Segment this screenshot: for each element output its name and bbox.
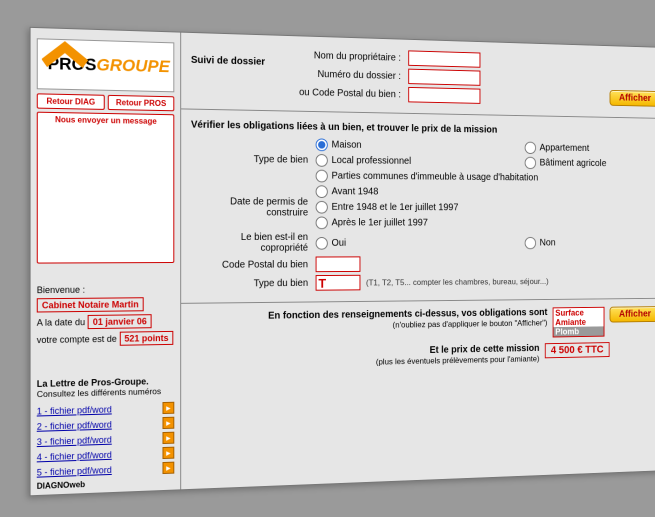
arrow-right-icon[interactable] (162, 431, 174, 443)
permit-label: Date de permis de construire (190, 195, 315, 217)
opt-copro-non[interactable]: Non (524, 236, 628, 248)
opt-local[interactable]: Local professionnel (315, 153, 426, 167)
type-bien-input[interactable] (315, 274, 360, 290)
logo: PROSGROUPE (36, 38, 174, 92)
section-suivi: Suivi de dossier Nom du propriétaire : N… (181, 32, 655, 119)
list-item: 2 - fichier pdf/word (36, 416, 174, 432)
list-item: 3 - fichier pdf/word (36, 431, 174, 447)
send-message-button[interactable]: Nous envoyer un message (36, 111, 174, 263)
arrow-right-icon[interactable] (162, 461, 174, 473)
opt-entre-1948-1997[interactable]: Entre 1948 et le 1er juillet 1997 (315, 200, 458, 213)
opt-avant-1948[interactable]: Avant 1948 (315, 185, 458, 199)
opt-apres-1997[interactable]: Après le 1er juillet 1997 (315, 216, 458, 229)
welcome-value: Cabinet Notaire Martin (36, 297, 143, 312)
obligations-title: Vérifier les obligations liées à un bien… (190, 119, 655, 138)
opt-appartement[interactable]: Appartement (524, 141, 628, 155)
opt-copro-oui[interactable]: Oui (315, 236, 426, 249)
oblig-item-surface: Surface (553, 307, 603, 317)
app-window: PROSGROUPE Retour DIAG Retour PROS Nous … (29, 26, 655, 496)
sidebar: PROSGROUPE Retour DIAG Retour PROS Nous … (30, 27, 181, 494)
retour-pros-button[interactable]: Retour PROS (107, 94, 174, 110)
afficher-resultat-button[interactable]: Afficher (609, 306, 655, 322)
download-link[interactable]: 1 - fichier pdf/word (36, 404, 111, 416)
opt-agricole[interactable]: Bâtiment agricole (524, 156, 628, 169)
download-list: 1 - fichier pdf/word 2 - fichier pdf/wor… (36, 401, 174, 478)
welcome-label: Bienvenue : (36, 283, 174, 294)
afficher-suivi-button[interactable]: Afficher (609, 89, 655, 106)
section-resultat: En fonction des renseignements ci-dessus… (181, 298, 655, 380)
tb-label: Type du bien (190, 277, 315, 289)
arrow-right-icon[interactable] (162, 416, 174, 428)
retour-diag-button[interactable]: Retour DIAG (36, 93, 104, 110)
download-link[interactable]: 4 - fichier pdf/word (36, 449, 111, 462)
list-item: 1 - fichier pdf/word (36, 401, 174, 417)
download-link[interactable]: 5 - fichier pdf/word (36, 464, 111, 477)
oblig-item-amiante: Amiante (553, 317, 603, 327)
file-label: Numéro du dossier : (296, 68, 408, 82)
obligations-listbox[interactable]: Surface Amiante Plomb (552, 306, 604, 337)
points-value: 521 points (119, 330, 173, 345)
list-item: 5 - fichier pdf/word (36, 461, 174, 478)
cp2-input[interactable] (315, 256, 360, 272)
arrow-right-icon[interactable] (162, 401, 174, 413)
download-link[interactable]: 2 - fichier pdf/word (36, 419, 111, 431)
price-value: 4 500 € TTC (544, 342, 609, 358)
cp2-label: Code Postal du bien (190, 258, 315, 269)
file-input[interactable] (408, 68, 480, 85)
type-label: Type de bien (190, 153, 315, 165)
list-item: 4 - fichier pdf/word (36, 446, 174, 463)
main-content: Suivi de dossier Nom du propriétaire : N… (181, 32, 655, 489)
date-label: A la date du (36, 316, 84, 327)
opt-parties-communes[interactable]: Parties communes d'immeuble à usage d'ha… (315, 169, 538, 184)
cp1-input[interactable] (408, 86, 480, 103)
opt-maison[interactable]: Maison (315, 138, 426, 152)
oblig-item-plomb: Plomb (553, 326, 603, 336)
section-obligations: Vérifier les obligations liées à un bien… (181, 109, 655, 303)
owner-input[interactable] (408, 50, 480, 67)
download-link[interactable]: 3 - fichier pdf/word (36, 434, 111, 446)
copro-label: Le bien est-il en copropriété (190, 232, 315, 254)
date-value: 01 janvier 06 (87, 314, 151, 329)
suivi-title: Suivi de dossier (190, 40, 296, 102)
points-label: votre compte est de (36, 333, 116, 344)
cp1-label: ou Code Postal du bien : (296, 86, 408, 99)
logo-text-groupe: GROUPE (96, 55, 169, 76)
owner-label: Nom du propriétaire : (296, 49, 408, 63)
arrow-right-icon[interactable] (162, 446, 174, 458)
tb-hint: (T1, T2, T5... compter les chambres, bur… (365, 276, 548, 287)
